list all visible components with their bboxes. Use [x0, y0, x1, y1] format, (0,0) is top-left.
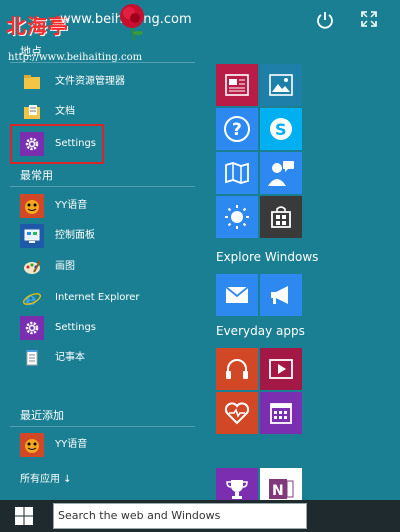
divider — [10, 426, 195, 427]
notepad-icon — [20, 346, 44, 370]
megaphone-icon — [271, 286, 288, 304]
list-item-label: 文档 — [55, 106, 75, 117]
all-apps-link[interactable]: 所有应用 ↓ — [20, 470, 72, 485]
yy-icon — [20, 194, 44, 218]
list-item-settings-2[interactable]: Settings — [0, 314, 200, 342]
gear-icon — [20, 316, 44, 340]
heart-icon — [224, 402, 250, 425]
rose-icon — [120, 4, 144, 40]
list-item-internet-explorer[interactable]: e Internet Explorer — [0, 284, 200, 312]
list-item-label: YY语音 — [55, 439, 88, 450]
divider — [10, 62, 195, 63]
yy-icon — [20, 433, 44, 457]
list-item-label: 画图 — [55, 261, 75, 272]
tile-video[interactable] — [260, 348, 302, 390]
photos-icon — [269, 74, 293, 96]
tile-people[interactable] — [260, 152, 302, 194]
tile-weather[interactable] — [216, 196, 258, 238]
control-panel-icon — [20, 224, 44, 248]
maps-icon — [225, 162, 249, 184]
tile-mail[interactable] — [216, 274, 258, 316]
sun-icon — [225, 205, 249, 229]
section-most-used: 最常用 — [20, 169, 53, 182]
news-icon — [225, 74, 249, 96]
mail-icon — [225, 286, 249, 303]
divider — [10, 186, 195, 187]
section-places: 地点 — [20, 45, 42, 58]
calendar-icon — [270, 403, 292, 424]
documents-icon — [20, 100, 44, 124]
list-item-label: 记事本 — [55, 352, 85, 363]
tile-news[interactable] — [216, 64, 258, 106]
highlight-box — [10, 124, 104, 164]
onenote-icon: N — [269, 479, 294, 499]
people-icon — [268, 161, 294, 186]
svg-text:N: N — [272, 483, 284, 499]
svg-text:e: e — [25, 289, 36, 308]
tile-calendar[interactable] — [260, 392, 302, 434]
power-icon[interactable] — [315, 10, 335, 30]
help-icon: ? — [224, 116, 250, 142]
windows-logo-icon — [15, 507, 33, 525]
tile-maps[interactable] — [216, 152, 258, 194]
headphones-icon — [226, 359, 248, 379]
video-icon — [269, 359, 293, 379]
list-item-notepad[interactable]: 记事本 — [0, 344, 200, 372]
list-item-label: 文件资源管理器 — [55, 76, 125, 87]
paint-icon — [20, 255, 44, 279]
list-item-label: YY语音 — [55, 200, 88, 211]
tile-group-explore: Explore Windows — [216, 250, 319, 264]
expand-icon[interactable] — [360, 10, 378, 28]
tile-group-everyday: Everyday apps — [216, 324, 305, 338]
list-item-yy[interactable]: YY语音 — [0, 192, 200, 220]
tile-music[interactable] — [216, 348, 258, 390]
tile-health[interactable] — [216, 392, 258, 434]
list-item-documents[interactable]: 文档 — [0, 98, 200, 126]
folder-icon — [20, 70, 44, 94]
list-item-yy-recent[interactable]: YY语音 — [0, 431, 200, 459]
store-icon — [271, 206, 291, 228]
taskbar: Search the web and Windows — [0, 500, 400, 532]
start-button[interactable] — [0, 500, 48, 532]
list-item-label: 控制面板 — [55, 230, 95, 241]
svg-text:?: ? — [232, 120, 242, 140]
tile-skype[interactable]: S — [260, 108, 302, 150]
list-item-file-explorer[interactable]: 文件资源管理器 — [0, 68, 200, 96]
list-item-paint[interactable]: 画图 — [0, 253, 200, 281]
ie-icon: e — [20, 286, 44, 310]
skype-icon: S — [270, 118, 292, 140]
tile-get-started[interactable] — [260, 274, 302, 316]
tile-photos[interactable] — [260, 64, 302, 106]
list-item-label: Internet Explorer — [55, 292, 140, 303]
section-recently-added: 最近添加 — [20, 409, 64, 422]
search-input[interactable]: Search the web and Windows — [53, 503, 307, 529]
start-menu-header: 北海亭 www.beihaiting.com http://www.beihai… — [0, 0, 400, 63]
trophy-icon — [226, 480, 248, 499]
tile-store[interactable] — [260, 196, 302, 238]
tile-help[interactable]: ? — [216, 108, 258, 150]
svg-text:S: S — [275, 120, 287, 139]
list-item-label: Settings — [55, 322, 97, 333]
list-item-control-panel[interactable]: 控制面板 — [0, 222, 200, 250]
